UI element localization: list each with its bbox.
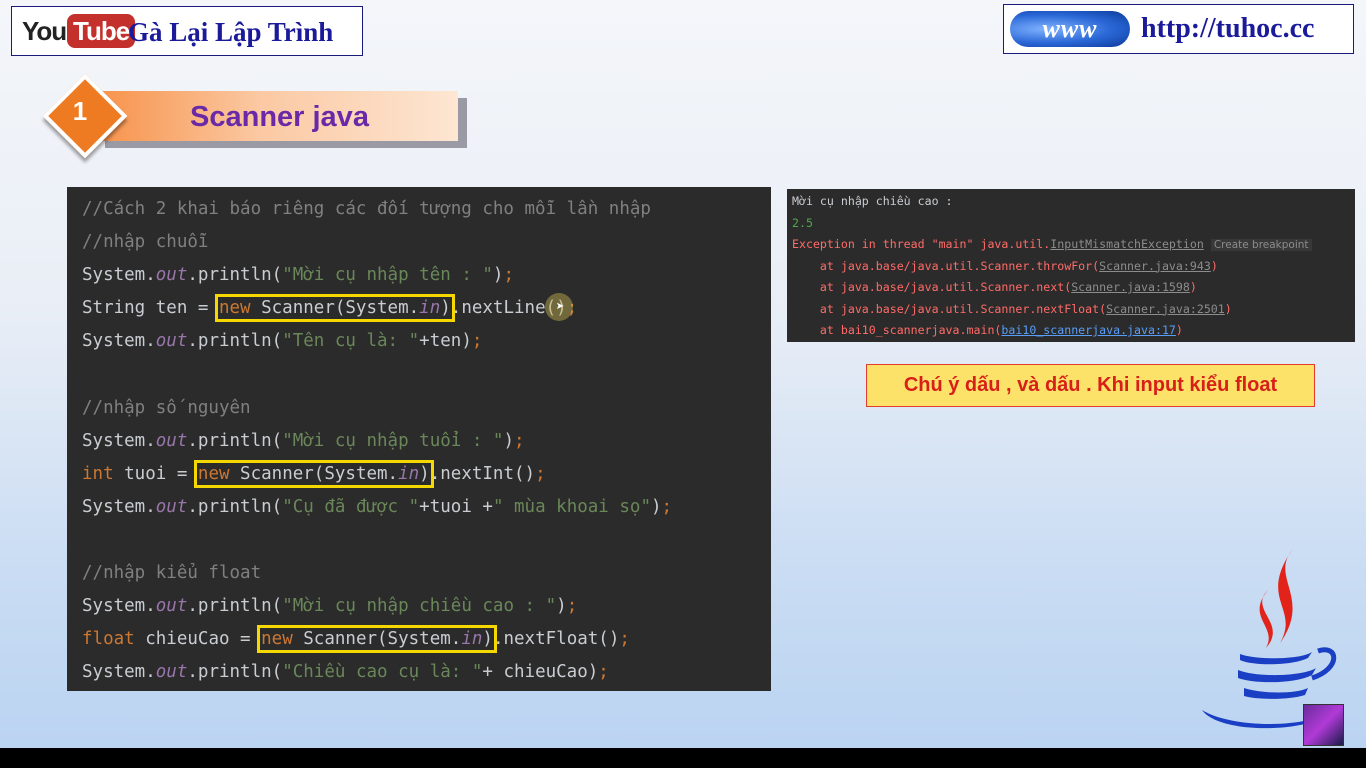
youtube-logo-tube: Tube	[67, 14, 136, 48]
console-user-input: 2.5	[792, 215, 813, 230]
section-number: 1	[72, 96, 88, 126]
youtube-channel-banner: You Tube Gà Lại Lập Trình	[11, 6, 363, 56]
mouse-pointer-icon: ➤	[556, 299, 565, 315]
stack-frame-link[interactable]: Scanner.java:1598	[1071, 280, 1190, 294]
stack-frame-text: at java.base/java.util.Scanner.nextFloat…	[792, 301, 1107, 316]
stack-frame-link[interactable]: bai10_scannerjava.java:17	[1001, 323, 1176, 337]
stack-frame-suffix: )	[1224, 301, 1232, 316]
code-line: //nhập chuỗi	[82, 232, 209, 253]
section-title: Scanner java	[190, 101, 369, 133]
youtube-logo-you: You	[22, 16, 67, 46]
code-line: System.out.println("Mời cụ nhập tên : ")…	[82, 265, 515, 286]
code-line: float chieuCao = new Scanner(System.in).…	[82, 625, 630, 654]
www-globe-icon: www	[1010, 11, 1130, 47]
stack-frame-link[interactable]: Scanner.java:2501	[1106, 302, 1225, 316]
channel-avatar	[1303, 704, 1344, 746]
stack-frame: at java.base/java.util.Scanner.nextFloat…	[792, 301, 1355, 323]
stack-frame-text: at bai10_scannerjava.main(	[792, 323, 1002, 337]
code-line: //nhập số nguyên	[82, 397, 251, 418]
create-breakpoint-button[interactable]: Create breakpoint	[1210, 239, 1312, 251]
code-line: //nhập kiểu float	[82, 563, 262, 584]
run-console: Mời cụ nhập chiều cao : 2.5 Exception in…	[787, 189, 1355, 342]
code-line: int tuoi = new Scanner(System.in).nextIn…	[82, 459, 546, 488]
console-prompt: Mời cụ nhập chiều cao :	[792, 194, 953, 208]
stack-frame-suffix: )	[1189, 280, 1197, 294]
code-line: System.out.println("Cụ đã được "+tuoi +"…	[82, 496, 673, 517]
console-exception: Exception in thread "main" java.util.Inp…	[792, 236, 1355, 258]
website-banner: www http://tuhoc.cc	[1003, 4, 1354, 54]
code-line: System.out.println("Chiều cao cụ là: "+ …	[82, 662, 609, 683]
code-line: System.out.println("Tên cụ là: "+ten);	[82, 331, 483, 352]
code-line: String ten = new Scanner(System.in).next…	[82, 294, 578, 323]
stack-frame: at java.base/java.util.Scanner.next(Scan…	[792, 279, 1355, 301]
exception-class-link[interactable]: InputMismatchException	[1050, 237, 1204, 251]
video-bottom-bar	[0, 748, 1366, 768]
code-line: //Cách 2 khai báo riêng các đối tượng ch…	[82, 199, 651, 219]
stack-frame: at bai10_scannerjava.main(bai10_scannerj…	[792, 322, 1355, 344]
stack-frame: at java.base/java.util.Scanner.throwFor(…	[792, 258, 1355, 280]
stack-frame-suffix: )	[1210, 258, 1218, 273]
note-callout: Chú ý dấu , và dấu . Khi input kiểu floa…	[866, 364, 1315, 407]
stack-frame-link[interactable]: Scanner.java:943	[1099, 259, 1211, 273]
stack-frame-text: at java.base/java.util.Scanner.next(	[792, 280, 1072, 294]
channel-name: Gà Lại Lập Trình	[128, 17, 334, 47]
code-line: System.out.println("Mời cụ nhập tuổi : "…	[82, 430, 525, 451]
exception-prefix: Exception in thread "main" java.util.	[792, 237, 1051, 251]
code-editor: //Cách 2 khai báo riêng các đối tượng ch…	[67, 187, 771, 691]
code-line: System.out.println("Mời cụ nhập chiều ca…	[82, 596, 578, 617]
stack-frame-text: at java.base/java.util.Scanner.throwFor(	[792, 258, 1100, 273]
website-url: http://tuhoc.cc	[1141, 13, 1315, 44]
stack-frame-suffix: )	[1175, 323, 1183, 337]
